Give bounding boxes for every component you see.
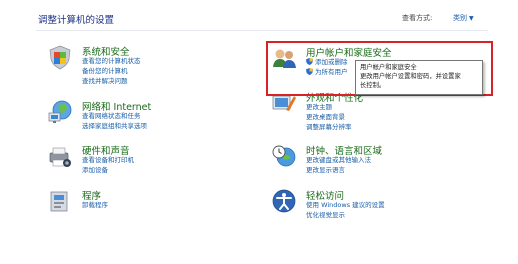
- link-optimize-visual-display[interactable]: 优化视觉显示: [306, 210, 385, 220]
- printer-camera-icon[interactable]: [47, 143, 73, 169]
- tooltip-line: 更改用户帐户设置和密码，并设置家: [360, 73, 461, 80]
- shield-flag-icon[interactable]: [47, 44, 73, 70]
- tooltip: 用户帐户和家庭安全 更改用户帐户设置和密码，并设置家 长控制。: [355, 60, 483, 95]
- link-view-network-status[interactable]: 查看网络状态和任务: [82, 111, 147, 121]
- link-homegroup-sharing[interactable]: 选择家庭组和共享选项: [82, 121, 147, 131]
- chevron-down-icon: ▼: [469, 15, 474, 22]
- header-divider: [36, 30, 488, 31]
- network-globe-icon[interactable]: [47, 99, 73, 125]
- view-by-dropdown[interactable]: 类别 ▼: [453, 13, 474, 23]
- link-devices-printers[interactable]: 查看设备和打印机: [82, 155, 134, 165]
- tooltip-line: 用户帐户和家庭安全: [360, 64, 417, 71]
- link-uninstall-program[interactable]: 卸载程序: [82, 200, 108, 210]
- link-view-computer-status[interactable]: 查看您的计算机状态: [82, 56, 141, 66]
- tooltip-line: 长控制。: [360, 82, 386, 89]
- link-troubleshoot[interactable]: 查找并解决问题: [82, 76, 141, 86]
- link-add-device[interactable]: 添加设备: [82, 165, 134, 175]
- link-change-display-language[interactable]: 更改显示语言: [306, 165, 371, 175]
- link-recommended-settings[interactable]: 使用 Windows 建议的设置: [306, 200, 385, 210]
- view-by-value: 类别: [453, 14, 467, 22]
- programs-icon[interactable]: [47, 188, 73, 214]
- view-by-label: 查看方式:: [402, 14, 433, 22]
- ease-of-access-icon[interactable]: [271, 188, 297, 214]
- link-screen-resolution[interactable]: 调整屏幕分辨率: [306, 122, 352, 132]
- link-change-input-method[interactable]: 更改键盘或其他输入法: [306, 155, 371, 165]
- clock-globe-icon[interactable]: [271, 143, 297, 169]
- header-title: 调整计算机的设置: [38, 15, 115, 26]
- link-backup-computer[interactable]: 备份您的计算机: [82, 66, 141, 76]
- link-change-theme[interactable]: 更改主题: [306, 102, 352, 112]
- link-change-background[interactable]: 更改桌面背景: [306, 112, 352, 122]
